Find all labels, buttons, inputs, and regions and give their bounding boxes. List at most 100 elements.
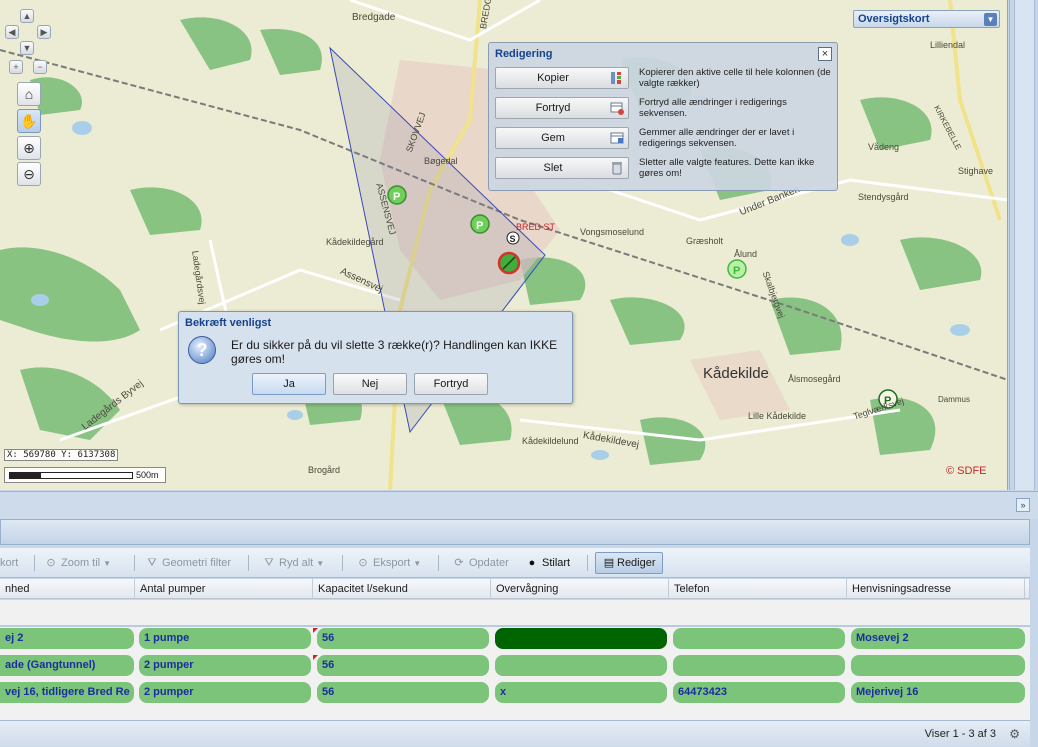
scale-bar: 500m bbox=[4, 467, 166, 483]
map-label: Kådekilde bbox=[703, 365, 769, 382]
chevron-down-icon[interactable]: ▼ bbox=[984, 13, 997, 26]
confirm-dialog: Bekræft venligst ? Er du sikker på du vi… bbox=[178, 311, 573, 404]
grid-cell[interactable]: Mejerivej 16 bbox=[851, 682, 1025, 703]
delete-button[interactable]: Slet bbox=[495, 157, 629, 179]
filter-icon: ⛛ bbox=[147, 557, 157, 569]
column-header[interactable]: Henvisningsadresse bbox=[847, 579, 1025, 599]
coordinate-readout: X: 569780 Y: 6137308 bbox=[4, 449, 119, 461]
grid-cell[interactable]: 2 pumper bbox=[139, 682, 311, 703]
map-label: Kådekildelund bbox=[522, 436, 579, 446]
copyright-label: © SDFE bbox=[946, 465, 987, 477]
pan-down-button[interactable]: ▼ bbox=[20, 41, 34, 55]
map-label: Vådeng bbox=[868, 142, 900, 152]
no-button[interactable]: Nej bbox=[333, 373, 407, 395]
grid-cell[interactable]: ej 2 bbox=[0, 628, 134, 649]
zoom-in-small-button[interactable]: + bbox=[9, 60, 23, 74]
grid-cell[interactable]: vej 16, tidligere Bred Re bbox=[0, 682, 134, 703]
pump-marker[interactable]: P bbox=[727, 259, 747, 279]
grid-cell[interactable]: 64473423 bbox=[673, 682, 845, 703]
grid-cell[interactable]: 1 pumpe bbox=[139, 628, 311, 649]
grid-cell[interactable] bbox=[495, 628, 667, 649]
toolbar-export-button[interactable]: ⊙ Eksport ▼ bbox=[356, 554, 421, 572]
edit-row-delete: Slet Sletter alle valgte features. Dette… bbox=[495, 157, 831, 183]
pump-marker[interactable]: P bbox=[470, 214, 490, 234]
svg-text:P: P bbox=[733, 265, 740, 277]
map-label: BRED ST bbox=[516, 222, 556, 232]
column-header[interactable]: Antal pumper bbox=[135, 579, 313, 599]
dirty-cell-marker bbox=[313, 655, 318, 660]
save-description: Gemmer alle ændringer der er lavet i red… bbox=[639, 127, 795, 149]
edit-panel-title: Redigering bbox=[495, 48, 553, 60]
grid-cell[interactable]: Mosevej 2 bbox=[851, 628, 1025, 649]
save-button[interactable]: Gem bbox=[495, 127, 629, 149]
refresh-icon: ⟳ bbox=[454, 557, 464, 569]
map-view[interactable]: P P P P S Bredgade BREDGADE Lilliendal B… bbox=[0, 0, 1008, 490]
undo-button[interactable]: Fortryd bbox=[495, 97, 629, 119]
grid-cell[interactable] bbox=[495, 655, 667, 676]
grid-cell[interactable]: 56 bbox=[317, 655, 489, 676]
column-header[interactable]: Overvågning bbox=[491, 579, 669, 599]
toolbar-refresh-button[interactable]: ⟳ Opdater bbox=[452, 554, 508, 572]
column-header[interactable]: Telefon bbox=[669, 579, 847, 599]
grid-toolbar: kort ⊙ Zoom til ▼ ⛛ Geometri filter ⛛ Ryd al… bbox=[0, 548, 1030, 578]
map-label: Brogård bbox=[308, 465, 341, 475]
zoom-out-small-button[interactable]: − bbox=[33, 60, 47, 74]
zoom-to-icon: ⊙ bbox=[46, 557, 56, 569]
yes-button[interactable]: Ja bbox=[252, 373, 326, 395]
grid-cell[interactable] bbox=[851, 655, 1025, 676]
edit-table-icon: ▤ bbox=[603, 557, 615, 569]
pan-up-button[interactable]: ▲ bbox=[20, 9, 34, 23]
toolbar-kort-button[interactable]: kort bbox=[0, 554, 18, 572]
column-header[interactable]: Kapacitet l/sekund bbox=[313, 579, 491, 599]
grid-cell[interactable] bbox=[673, 628, 845, 649]
panel-splitter[interactable]: » bbox=[0, 491, 1038, 519]
grid-cell[interactable] bbox=[673, 655, 845, 676]
save-button-label: Gem bbox=[541, 132, 565, 144]
pan-right-button[interactable]: ▶ bbox=[37, 25, 51, 39]
pan-hand-icon[interactable]: ✋ bbox=[17, 109, 41, 133]
selected-feature-marker[interactable] bbox=[497, 251, 521, 275]
pump-marker[interactable]: P bbox=[387, 185, 407, 205]
toolbar-edit-label: Rediger bbox=[617, 557, 656, 569]
column-header[interactable]: nhed bbox=[0, 579, 135, 599]
svg-text:P: P bbox=[476, 220, 483, 232]
toolbar-zoom-to-button[interactable]: ⊙ Zoom til ▼ bbox=[44, 554, 111, 572]
map-label: Lille Kådekilde bbox=[748, 411, 807, 421]
edit-row-save: Gem Gemmer alle ændringer der er lavet i… bbox=[495, 127, 831, 153]
scale-label: 500m bbox=[136, 470, 159, 480]
grid-cell[interactable]: 56 bbox=[317, 628, 489, 649]
toolbar-clear-all-button[interactable]: ⛛ Ryd alt ▼ bbox=[262, 554, 324, 572]
grid-status-bar: Viser 1 - 3 af 3 ⚙ bbox=[0, 720, 1030, 747]
edit-row-copy: Kopier Kopierer den aktive celle til hel… bbox=[495, 67, 831, 93]
toolbar-style-button[interactable]: ● Stilart bbox=[525, 554, 570, 572]
grid-cell[interactable]: ade (Gangtunnel) bbox=[0, 655, 134, 676]
map-label: Græsholt bbox=[686, 236, 724, 246]
dirty-cell-marker bbox=[313, 628, 318, 633]
map-label: Bredgade bbox=[352, 12, 396, 23]
map-label: Lilliendal bbox=[930, 40, 966, 50]
grid-cell[interactable]: 56 bbox=[317, 682, 489, 703]
toolbar-geometry-filter-button[interactable]: ⛛ Geometri filter bbox=[145, 554, 231, 572]
grid-cell[interactable]: x bbox=[495, 682, 667, 703]
palette-icon: ● bbox=[528, 557, 536, 569]
zoom-in-icon[interactable]: ⊕ bbox=[17, 136, 41, 160]
home-icon[interactable]: ⌂ bbox=[17, 82, 41, 106]
vertical-scrollbar[interactable] bbox=[1030, 519, 1038, 747]
map-label: Ålund bbox=[734, 249, 758, 259]
undo-description: Fortryd alle ændringer i redigerings sek… bbox=[639, 97, 787, 119]
delete-description: Sletter alle valgte features. Dette kan … bbox=[639, 157, 815, 179]
cancel-button[interactable]: Fortryd bbox=[414, 373, 488, 395]
zoom-out-icon[interactable]: ⊖ bbox=[17, 162, 41, 186]
close-icon[interactable]: × bbox=[818, 47, 832, 61]
map-label: Stighave bbox=[958, 166, 994, 176]
map-label: Bøgedal bbox=[424, 156, 458, 166]
copy-button[interactable]: Kopier bbox=[495, 67, 629, 89]
edit-row-undo: Fortryd Fortryd alle ændringer i rediger… bbox=[495, 97, 831, 123]
settings-icon[interactable]: ⚙ bbox=[1009, 727, 1020, 741]
collapse-panel-icon[interactable]: » bbox=[1016, 498, 1030, 512]
pan-left-button[interactable]: ◀ bbox=[5, 25, 19, 39]
toolbar-edit-button[interactable]: ▤ Rediger bbox=[595, 552, 663, 574]
overview-map-panel[interactable]: Oversigtskort ▼ bbox=[853, 10, 1000, 28]
grid-cell[interactable]: 2 pumper bbox=[139, 655, 311, 676]
svg-text:P: P bbox=[393, 191, 400, 203]
